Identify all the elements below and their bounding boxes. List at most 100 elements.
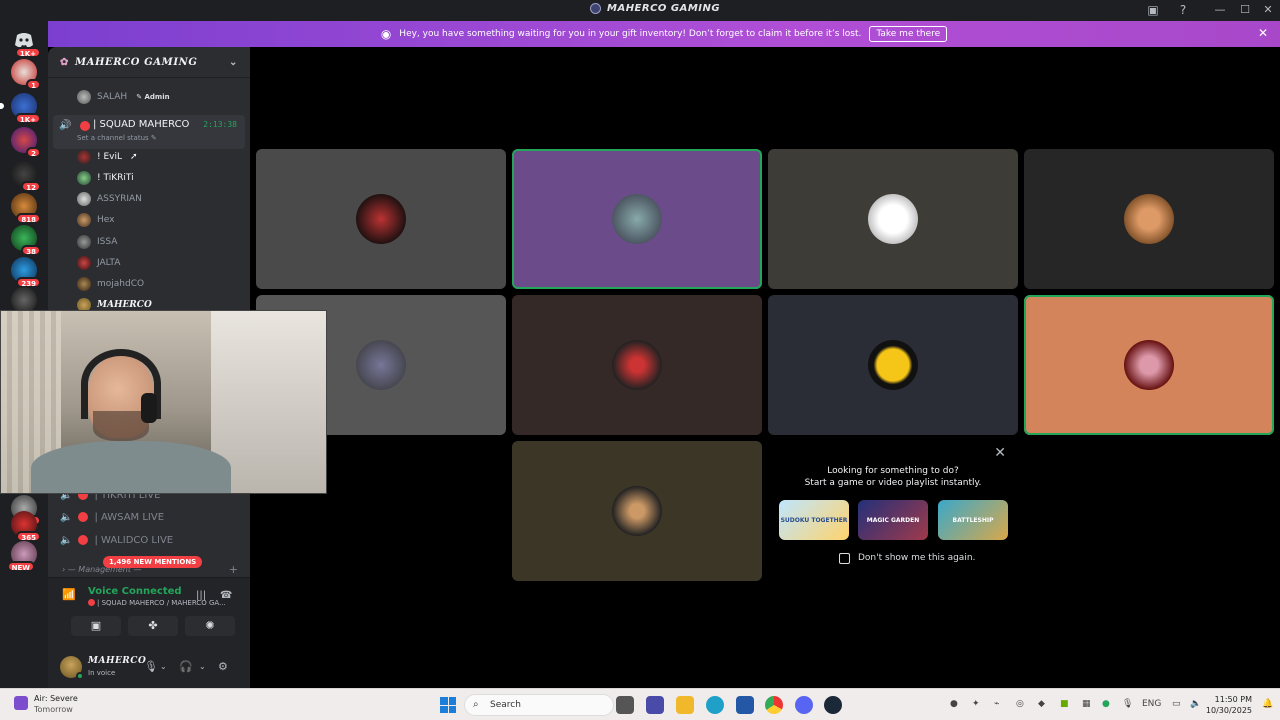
participant-avatar: [1124, 194, 1174, 244]
admin-tag: ✎ Admin: [136, 93, 170, 101]
server-header[interactable]: ✿ MAHERCO GAMING ⌄: [48, 47, 250, 78]
inbox-icon[interactable]: ▣: [1146, 3, 1160, 17]
activity-suggestion-card: ✕ Looking for something to do? Start a g…: [768, 442, 1018, 582]
participant-tile[interactable]: [512, 295, 762, 435]
volume-icon[interactable]: 🔈: [1190, 699, 1201, 709]
microphone-icon[interactable]: 🎙: [1122, 699, 1133, 709]
online-status-icon: [76, 672, 84, 680]
help-icon[interactable]: ?: [1176, 3, 1190, 17]
participant-tile[interactable]: [1024, 149, 1274, 289]
nvidia-icon[interactable]: ■: [1060, 699, 1069, 709]
voice-member[interactable]: ! TiKRiTi: [77, 169, 134, 187]
voice-member[interactable]: mojahdCO: [77, 275, 144, 293]
voice-channel[interactable]: 🔈 | WALIDCO LIVE: [60, 531, 173, 549]
game-card-battleship[interactable]: BATTLESHIP: [938, 500, 1008, 540]
soundboard-button[interactable]: ✺: [185, 616, 235, 636]
voice-member[interactable]: ASSYRIAN: [77, 190, 142, 208]
system-clock[interactable]: 11:50 PM 10/30/2025: [1206, 694, 1252, 716]
selected-pip: [0, 103, 4, 109]
voice-channel[interactable]: 🔈 | AWSAM LIVE: [60, 508, 164, 526]
voice-channel-name: | WALIDCO LIVE: [94, 534, 174, 546]
server-icon[interactable]: 365: [11, 511, 41, 542]
discord-icon[interactable]: [795, 696, 813, 714]
take-me-there-button[interactable]: Take me there: [869, 26, 948, 42]
chevron-down-icon[interactable]: ⌄: [229, 57, 238, 68]
edge-icon[interactable]: [706, 696, 724, 714]
participant-tile-speaking[interactable]: [1024, 295, 1274, 435]
app-title-text: MAHERCO GAMING: [607, 3, 721, 14]
add-channel-icon[interactable]: +: [229, 563, 238, 576]
voice-member[interactable]: SALAH ✎ Admin: [77, 88, 170, 106]
voice-member[interactable]: ISSA: [77, 233, 117, 251]
server-icon[interactable]: 2: [11, 127, 41, 158]
avatar: [77, 90, 91, 104]
steam-icon[interactable]: [824, 696, 842, 714]
new-badge: NEW: [6, 561, 35, 572]
chevron-down-icon[interactable]: ⌄: [199, 662, 206, 671]
server-icon[interactable]: 12: [11, 161, 41, 192]
file-explorer-icon[interactable]: [676, 696, 694, 714]
live-dot-icon: [78, 535, 89, 545]
participant-tile[interactable]: [256, 149, 506, 289]
game-card-sudoku[interactable]: SUDOKU TOGETHER: [779, 500, 849, 540]
member-name: MAHERCO: [97, 300, 152, 310]
share-screen-button[interactable]: ▣: [71, 616, 121, 636]
microphone-icon[interactable]: 🎙: [144, 660, 158, 673]
minimize-button[interactable]: —: [1209, 2, 1231, 18]
server-icon[interactable]: 38: [11, 225, 41, 256]
usb-icon[interactable]: ⌁: [994, 699, 999, 709]
participant-tile[interactable]: [768, 149, 1018, 289]
close-icon[interactable]: ✕: [994, 445, 1006, 461]
discord-home-icon[interactable]: 1K+: [11, 27, 41, 58]
windows-start-icon[interactable]: [440, 697, 456, 713]
tray-icon[interactable]: ◆: [1038, 699, 1045, 709]
server-icon[interactable]: 239: [11, 257, 41, 288]
server-icon[interactable]: 1: [11, 59, 41, 90]
close-window-button[interactable]: ✕: [1257, 2, 1279, 18]
weather-title: Air: Severe: [34, 694, 78, 703]
voice-member[interactable]: ! EviL ➚: [77, 148, 138, 166]
member-name: ASSYRIAN: [97, 194, 142, 204]
signal-icon[interactable]: 📶: [62, 588, 76, 601]
speaker-icon: 🔈: [60, 534, 73, 546]
disconnect-icon[interactable]: ☎: [220, 590, 232, 601]
new-mentions-pill[interactable]: 1,496 NEW MENTIONS: [103, 556, 203, 568]
noise-suppression-icon[interactable]: |||: [196, 590, 206, 601]
webcam-person-body: [31, 441, 231, 493]
settings-gear-icon[interactable]: ⚙: [218, 660, 228, 673]
tray-icon[interactable]: ✦: [972, 699, 980, 709]
participant-tile[interactable]: [768, 295, 1018, 435]
participant-avatar: [356, 340, 406, 390]
voice-member[interactable]: JALTA: [77, 254, 120, 272]
dont-show-checkbox[interactable]: [839, 553, 850, 564]
server-icon[interactable]: 818: [11, 193, 41, 224]
game-card-magic-garden[interactable]: MAGIC GARDEN: [858, 500, 928, 540]
chrome-icon[interactable]: [765, 696, 783, 714]
channel-status-row[interactable]: Set a channel status ✎: [77, 134, 157, 142]
close-icon[interactable]: ✕: [1258, 26, 1268, 40]
participant-tile[interactable]: [512, 441, 762, 581]
language-indicator[interactable]: ENG: [1142, 699, 1161, 709]
voice-member[interactable]: Hex: [77, 211, 114, 229]
network-icon[interactable]: ▭: [1172, 699, 1181, 709]
active-voice-channel[interactable]: 🔊 | SQUAD MAHERCO 2:13:38 Set a channel …: [53, 115, 245, 149]
task-view-icon[interactable]: [616, 696, 634, 714]
call-timer: 2:13:38: [203, 120, 237, 129]
taskbar-search[interactable]: ⌕ Search: [464, 694, 614, 716]
store-icon[interactable]: [736, 696, 754, 714]
tray-icon[interactable]: ▦: [1082, 699, 1091, 709]
avatar[interactable]: [60, 656, 84, 680]
chevron-down-icon[interactable]: ⌄: [160, 662, 167, 671]
headphones-icon[interactable]: 🎧: [179, 660, 193, 673]
tray-icon[interactable]: ●: [950, 699, 958, 709]
app-icon[interactable]: [646, 696, 664, 714]
server-icon[interactable]: NEW: [6, 541, 37, 572]
server-icon[interactable]: 1K+: [0, 93, 41, 124]
activities-button[interactable]: ✤: [128, 616, 178, 636]
status-dot-icon[interactable]: ●: [1102, 699, 1110, 709]
steam-tray-icon[interactable]: ◎: [1016, 699, 1024, 709]
unread-badge: 1K+: [14, 47, 41, 58]
maximize-button[interactable]: ☐: [1234, 2, 1256, 18]
participant-tile-speaking[interactable]: [512, 149, 762, 289]
notification-icon[interactable]: 🔔: [1262, 699, 1273, 709]
